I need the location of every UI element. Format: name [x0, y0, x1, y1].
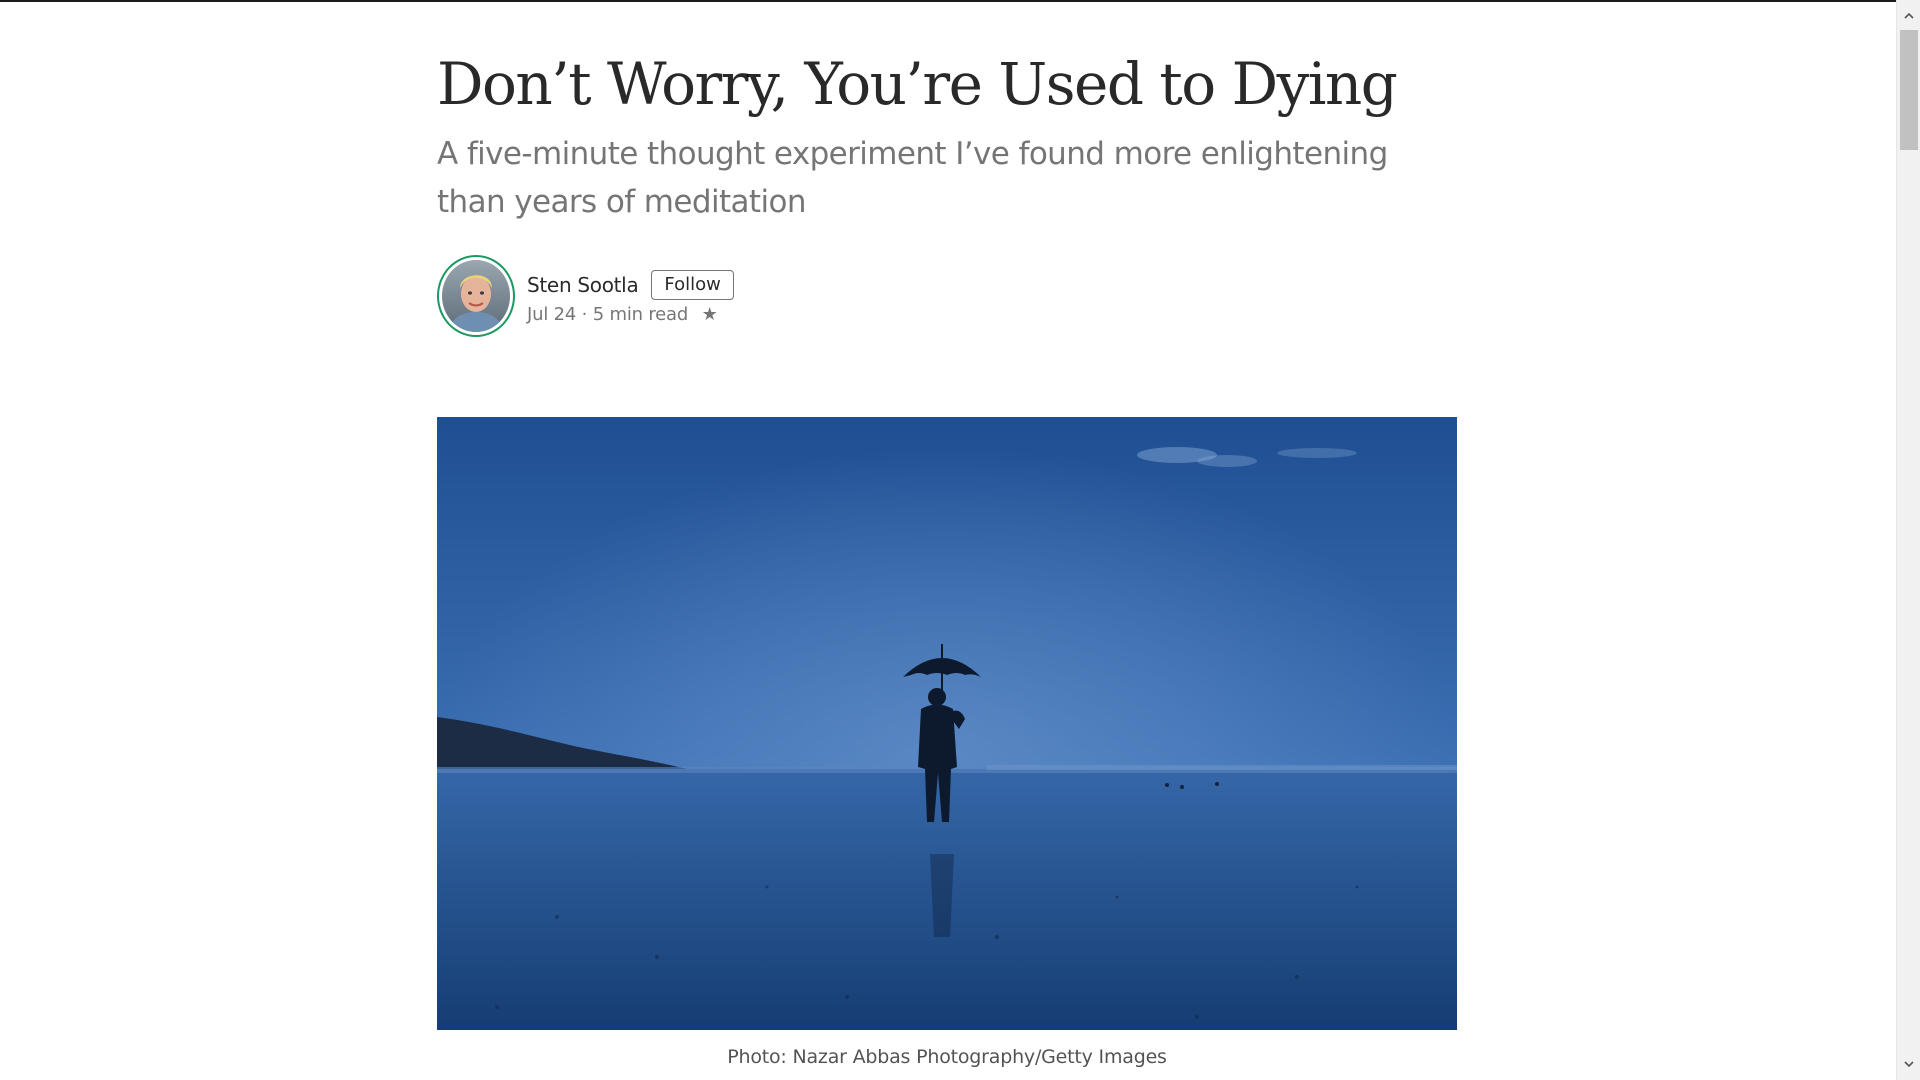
umbrella-beach-photo — [437, 417, 1457, 1030]
byline: Sten Sootla Follow Jul 24 · 5 min read ★ — [437, 255, 1037, 339]
chevron-up-icon[interactable] — [1897, 4, 1920, 28]
avatar — [442, 260, 510, 332]
scrollbar-thumb[interactable] — [1900, 30, 1918, 150]
chevron-down-icon[interactable] — [1897, 1052, 1920, 1076]
author-name[interactable]: Sten Sootla — [527, 273, 639, 297]
article-meta: Jul 24 · 5 min read ★ — [527, 304, 718, 325]
hero-image — [437, 417, 1457, 1030]
avatar-image — [442, 260, 510, 332]
article-subtitle: A five-minute thought experiment I’ve fo… — [437, 136, 1388, 220]
image-caption: Photo: Nazar Abbas Photography/Getty Ima… — [727, 1046, 1167, 1068]
author-avatar-link[interactable] — [437, 255, 515, 337]
star-icon[interactable]: ★ — [702, 304, 718, 325]
window-top-border — [0, 0, 1896, 2]
vertical-scrollbar[interactable] — [1896, 0, 1920, 1080]
date-read-time: Jul 24 · 5 min read — [527, 304, 689, 325]
author-row: Sten Sootla Follow — [527, 265, 734, 305]
article-title: Don’t Worry, You’re Used to Dying — [437, 50, 1398, 118]
follow-button[interactable]: Follow — [651, 270, 734, 300]
